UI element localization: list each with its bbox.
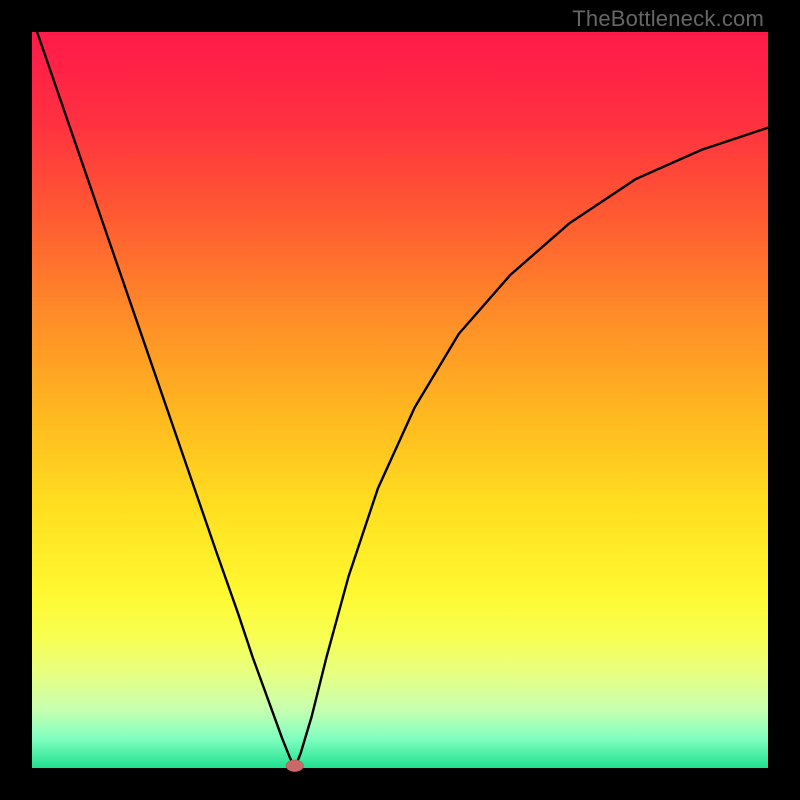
bottleneck-curve: [32, 17, 768, 768]
minimum-marker: [286, 760, 304, 772]
chart-svg: [32, 32, 768, 768]
chart-frame: TheBottleneck.com: [0, 0, 800, 800]
watermark-text: TheBottleneck.com: [572, 6, 764, 32]
